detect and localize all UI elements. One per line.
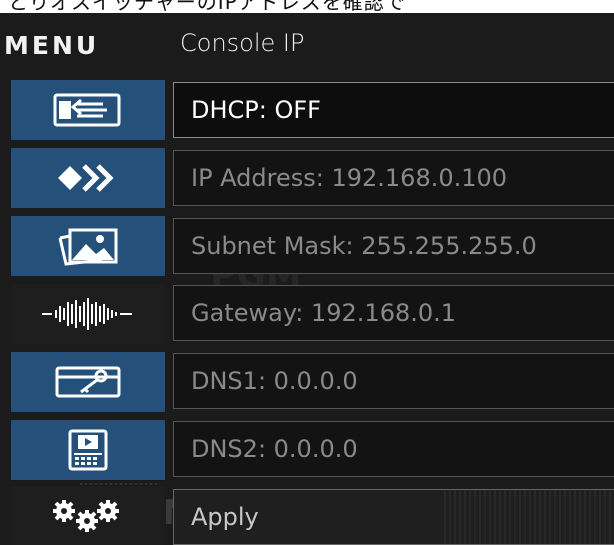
transition-arrows-icon (52, 160, 124, 196)
media-keypad-icon (66, 428, 110, 472)
settings-gears-icon (48, 496, 128, 536)
gateway-field[interactable]: Gateway: 192.168.0.1 (173, 285, 614, 341)
sidebar-item-settings[interactable] (10, 485, 166, 545)
subnet-mask-field[interactable]: Subnet Mask: 255.255.255.0 (173, 218, 614, 274)
input-switch-icon (53, 92, 123, 128)
page-title: Console IP (180, 29, 305, 57)
apply-button-stripes (444, 490, 614, 544)
dns1-field[interactable]: DNS1: 0.0.0.0 (173, 353, 614, 409)
sidebar (10, 79, 168, 545)
sidebar-item-audio[interactable] (10, 283, 166, 345)
ip-address-field[interactable]: IP Address: 192.168.0.100 (173, 150, 614, 206)
audio-waveform-icon (38, 296, 138, 332)
apply-button-label: Apply (191, 503, 259, 531)
sidebar-item-recorder[interactable] (10, 419, 166, 481)
console-ip-screen: PGM IN IN MENU Console IP (0, 13, 614, 545)
page: とりオスイッチャーのIPアドレスを確認で PGM IN IN MENU Cons… (0, 0, 614, 545)
sidebar-item-keyer[interactable] (10, 351, 166, 413)
sidebar-item-transition[interactable] (10, 147, 166, 209)
key-card-icon (53, 362, 123, 402)
menu-label: MENU (4, 31, 100, 60)
apply-button[interactable]: Apply (173, 489, 614, 545)
dns2-field[interactable]: DNS2: 0.0.0.0 (173, 421, 614, 477)
sidebar-item-media[interactable] (10, 215, 166, 277)
top-caption: とりオスイッチャーのIPアドレスを確認で (8, 0, 406, 13)
sidebar-item-input[interactable] (10, 79, 166, 141)
image-gallery-icon (56, 226, 120, 266)
dhcp-field[interactable]: DHCP: OFF (173, 82, 614, 138)
